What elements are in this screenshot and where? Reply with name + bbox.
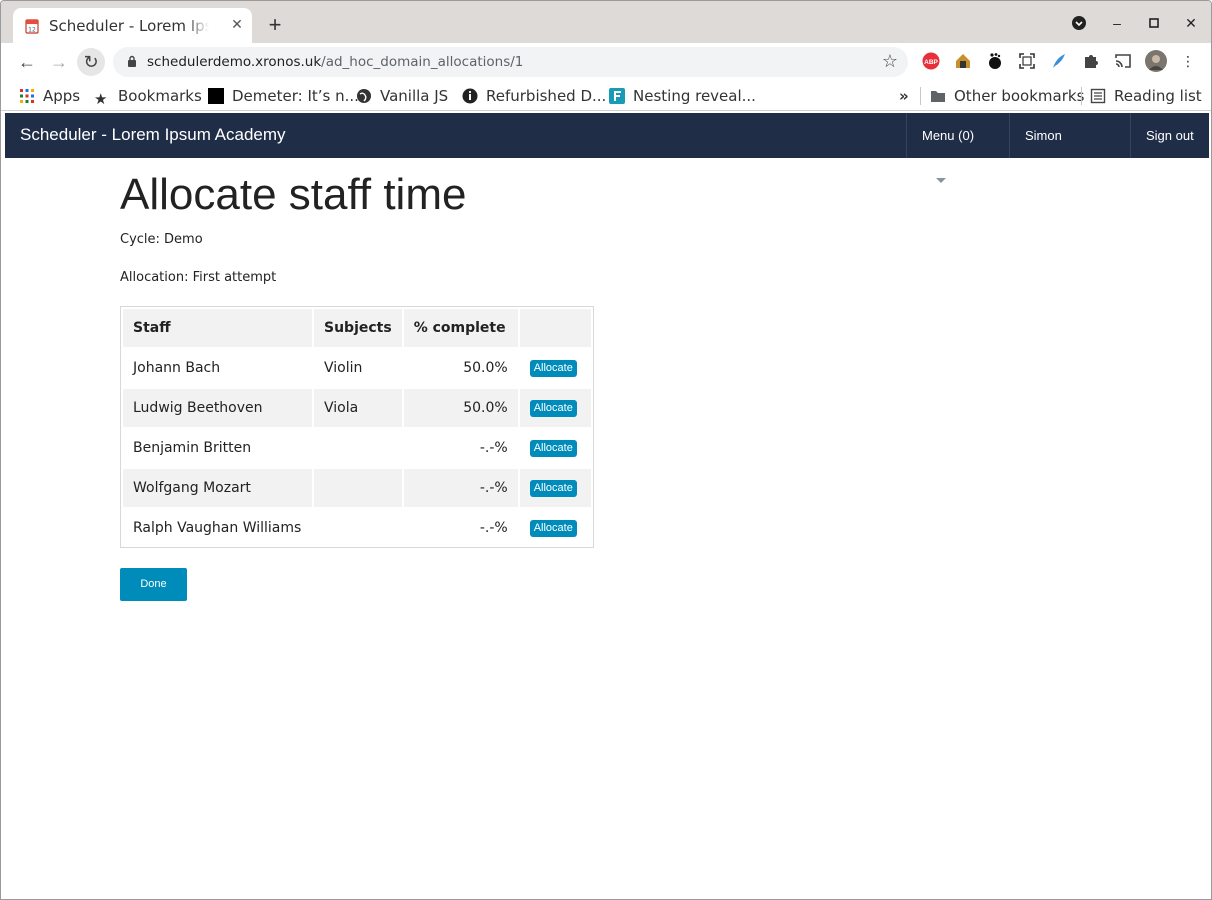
bookmarks-overflow-icon[interactable]: » — [899, 85, 909, 107]
cell-complete: 50.0% — [403, 349, 518, 387]
forward-icon[interactable]: → — [45, 48, 73, 76]
allocation-text: Allocation: First attempt — [120, 270, 277, 285]
browser-menu-icon[interactable]: ⋮ — [1179, 52, 1197, 70]
reload-icon[interactable]: ↻ — [77, 48, 105, 76]
tab-strip: 12 Scheduler - Lorem Ipsum Academy ✕ + –… — [1, 1, 1211, 43]
bookmark-bookmarks[interactable]: ★ Bookmarks — [94, 85, 202, 107]
allocate-button[interactable]: Allocate — [529, 480, 577, 497]
address-bar[interactable]: schedulerdemo.xronos.uk/ad_hoc_domain_al… — [113, 47, 908, 77]
cell-action: Allocate — [519, 469, 591, 507]
adblock-icon[interactable]: ABP — [922, 52, 940, 70]
cell-subjects — [314, 429, 402, 467]
page-title: Allocate staff time — [120, 170, 467, 219]
cell-subjects: Viola — [314, 389, 402, 427]
cell-action: Allocate — [519, 389, 591, 427]
bookmark-nesting[interactable]: Nesting reveal... — [609, 85, 756, 107]
folder-icon — [931, 91, 945, 102]
header-action — [519, 309, 591, 347]
app-navbar: Scheduler - Lorem Ipsum Academy Menu (0)… — [5, 113, 1209, 188]
table-row: Ludwig Beethoven Viola 50.0% Allocate — [123, 389, 591, 427]
allocate-button[interactable]: Allocate — [529, 360, 577, 377]
star-icon: ★ — [94, 90, 108, 108]
menu-label: Menu (0) — [922, 128, 975, 143]
sign-out-link[interactable]: Sign out — [1130, 113, 1209, 158]
extensions-puzzle-icon[interactable] — [1082, 52, 1100, 70]
staff-table: Staff Subjects % complete Johann Bach Vi… — [121, 307, 593, 549]
cell-staff: Ralph Vaughan Williams — [123, 509, 312, 547]
cell-staff: Ludwig Beethoven — [123, 389, 312, 427]
bookmarks-divider — [1081, 87, 1082, 105]
cell-staff: Johann Bach — [123, 349, 312, 387]
url-text: schedulerdemo.xronos.uk/ad_hoc_domain_al… — [147, 54, 524, 70]
black-square-icon — [208, 88, 224, 104]
cell-staff: Benjamin Britten — [123, 429, 312, 467]
bookmark-demeter[interactable]: Demeter: It’s n... — [208, 85, 359, 107]
lock-icon — [128, 55, 136, 67]
done-button[interactable]: Done — [120, 568, 187, 601]
reading-list-icon — [1090, 88, 1106, 104]
cell-subjects: Violin — [314, 349, 402, 387]
tab-search-icon[interactable] — [1069, 13, 1089, 33]
profile-avatar[interactable] — [1145, 50, 1167, 72]
globe-icon — [357, 89, 371, 103]
f-logo-icon — [609, 88, 625, 104]
reading-list[interactable]: Reading list — [1090, 85, 1202, 107]
cell-complete: -.-% — [403, 509, 518, 547]
header-complete: % complete — [403, 309, 518, 347]
user-link[interactable]: Simon Philpotts — [1009, 113, 1130, 188]
house-extension-icon[interactable] — [954, 52, 972, 70]
browser-tab[interactable]: 12 Scheduler - Lorem Ipsum Academy ✕ — [13, 8, 252, 43]
table-header-row: Staff Subjects % complete — [123, 309, 591, 347]
cell-subjects — [314, 469, 402, 507]
gnome-extension-icon[interactable] — [986, 52, 1004, 70]
tab-title: Scheduler - Lorem Ipsum Academy — [49, 17, 209, 35]
browser-toolbar: ← → ↻ schedulerdemo.xronos.uk/ad_hoc_dom… — [1, 43, 1211, 81]
calendar-icon: 12 — [25, 19, 39, 34]
close-window-icon[interactable]: ✕ — [1181, 13, 1201, 33]
bookmarks-divider — [920, 87, 921, 105]
new-tab-button[interactable]: + — [263, 14, 287, 38]
minimize-icon[interactable]: – — [1107, 13, 1127, 33]
bookmarks-bar: Apps ★ Bookmarks Demeter: It’s n... Vanil… — [1, 81, 1211, 111]
header-staff: Staff — [123, 309, 312, 347]
cell-complete: 50.0% — [403, 389, 518, 427]
header-subjects: Subjects — [314, 309, 402, 347]
other-bookmarks[interactable]: Other bookmarks — [930, 85, 1084, 107]
cell-action: Allocate — [519, 509, 591, 547]
allocate-button[interactable]: Allocate — [529, 440, 577, 457]
app-brand[interactable]: Scheduler - Lorem Ipsum Academy — [20, 125, 286, 145]
cycle-text: Cycle: Demo — [120, 232, 203, 247]
table-row: Ralph Vaughan Williams -.-% Allocate — [123, 509, 591, 547]
cast-icon[interactable] — [1114, 52, 1132, 70]
menu-dropdown[interactable]: Menu (0) — [906, 113, 1010, 183]
maximize-icon[interactable] — [1144, 13, 1164, 33]
caret-down-icon — [936, 178, 946, 183]
allocate-button[interactable]: Allocate — [529, 400, 577, 417]
tab-close-icon[interactable]: ✕ — [228, 15, 246, 33]
back-icon[interactable]: ← — [13, 48, 41, 76]
svg-text:12: 12 — [28, 27, 36, 34]
svg-text:ABP: ABP — [924, 59, 938, 66]
bookmark-star-icon[interactable]: ☆ — [882, 51, 898, 72]
allocate-button[interactable]: Allocate — [529, 520, 577, 537]
screenshot-icon[interactable] — [1018, 52, 1036, 70]
bookmark-vanilla-js[interactable]: Vanilla JS — [356, 85, 448, 107]
apps-grid-icon — [20, 89, 34, 103]
cell-complete: -.-% — [403, 469, 518, 507]
table-row: Benjamin Britten -.-% Allocate — [123, 429, 591, 467]
feather-icon[interactable] — [1050, 52, 1068, 70]
cell-action: Allocate — [519, 349, 591, 387]
bookmark-refurbished[interactable]: Refurbished D... — [462, 85, 606, 107]
cell-complete: -.-% — [403, 429, 518, 467]
bookmark-apps[interactable]: Apps — [19, 85, 80, 107]
browser-window: 12 Scheduler - Lorem Ipsum Academy ✕ + –… — [0, 0, 1212, 900]
staff-table-container: Staff Subjects % complete Johann Bach Vi… — [120, 306, 594, 548]
cell-action: Allocate — [519, 429, 591, 467]
table-row: Johann Bach Violin 50.0% Allocate — [123, 349, 591, 387]
info-circle-icon — [462, 88, 478, 104]
cell-subjects — [314, 509, 402, 547]
cell-staff: Wolfgang Mozart — [123, 469, 312, 507]
table-row: Wolfgang Mozart -.-% Allocate — [123, 469, 591, 507]
